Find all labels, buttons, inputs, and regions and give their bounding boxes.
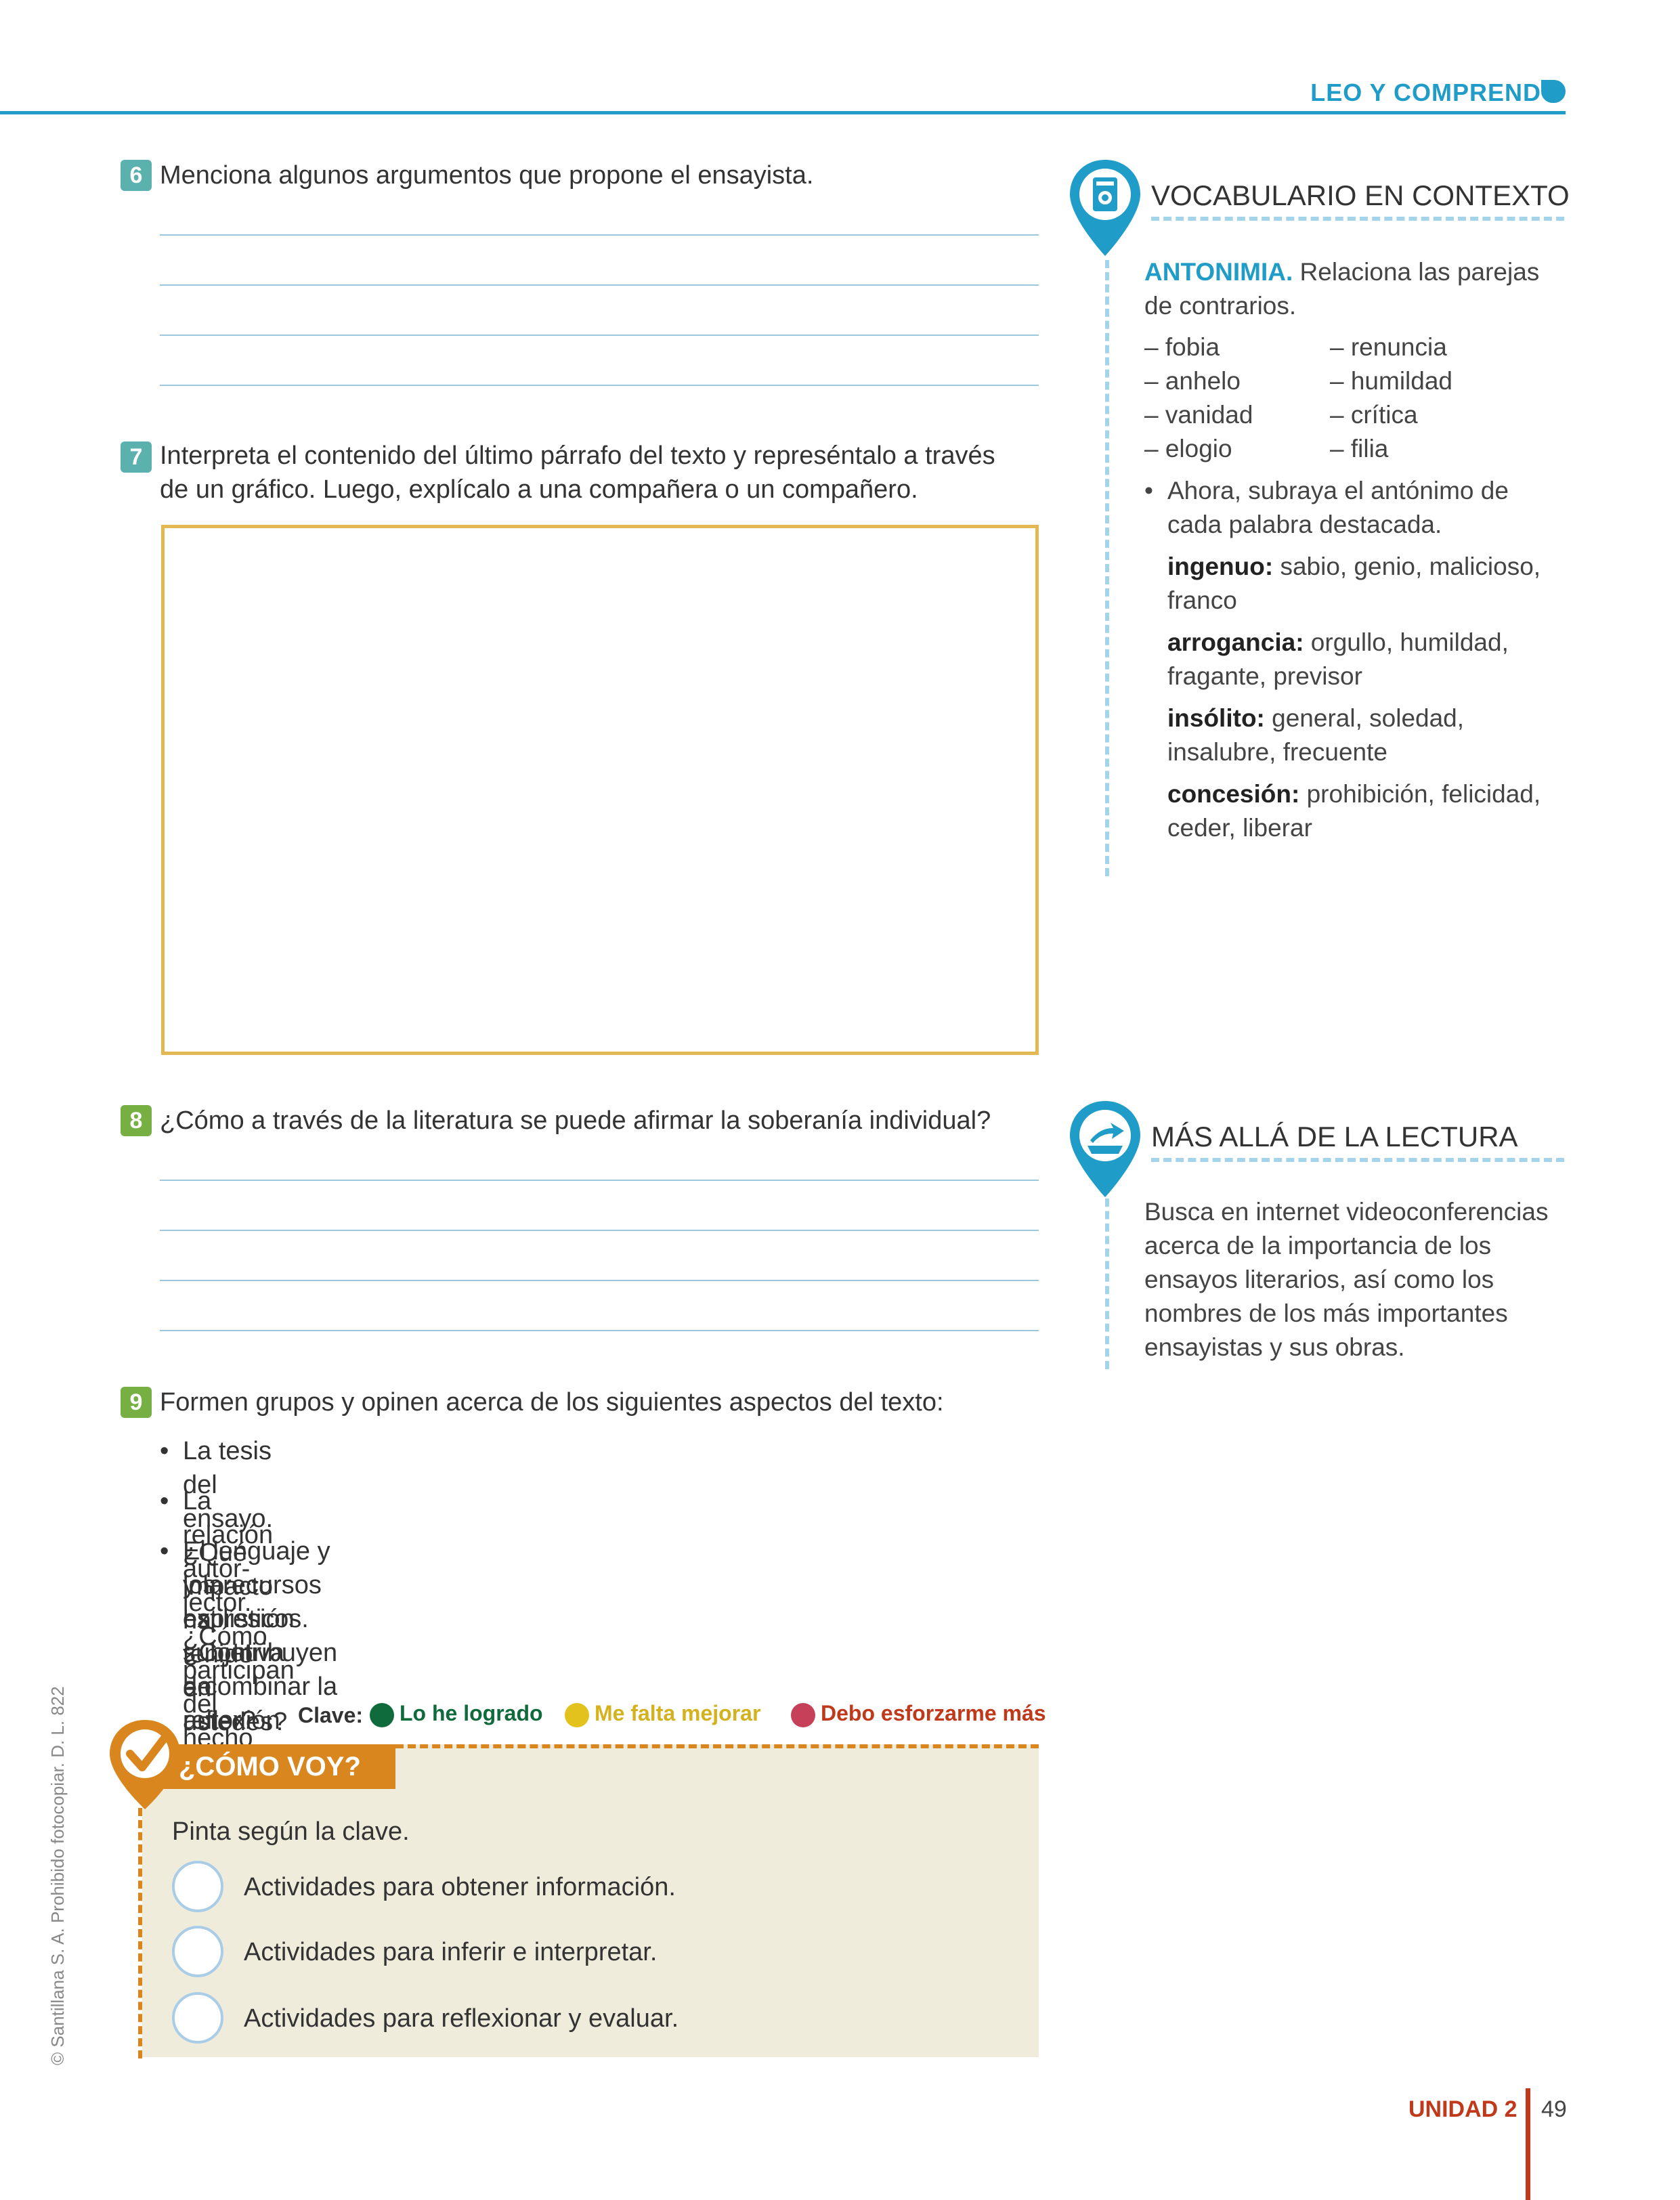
answer-line[interactable] bbox=[160, 1180, 1039, 1181]
page-number: 49 bbox=[1541, 2096, 1567, 2122]
checkmark-pin-icon bbox=[110, 1720, 180, 1809]
answer-line[interactable] bbox=[160, 335, 1039, 336]
green-dot-icon bbox=[370, 1702, 394, 1727]
self-assessment-circle[interactable] bbox=[172, 1926, 223, 1977]
como-voy-title: ¿CÓMO VOY? bbox=[156, 1744, 395, 1789]
antonym-left-word: – vanidad bbox=[1144, 401, 1253, 429]
panel-divider bbox=[1151, 217, 1564, 221]
antonym-right-word: – humildad bbox=[1330, 367, 1453, 395]
answer-line[interactable] bbox=[160, 284, 1039, 286]
mas-alla-text: Busca en internet videoconferencias bbox=[1144, 1198, 1549, 1226]
mas-alla-text: ensayistas y sus obras. bbox=[1144, 1333, 1405, 1361]
key-item-improve: Me falta mejorar bbox=[565, 1701, 760, 1727]
answer-line[interactable] bbox=[160, 1280, 1039, 1281]
header-rule bbox=[0, 111, 1566, 114]
activity-label: Actividades para obtener información. bbox=[244, 1873, 676, 1901]
key-item-effort: Debo esforzarme más bbox=[791, 1701, 1046, 1727]
panel-rule bbox=[1105, 1199, 1109, 1369]
antonimia-intro-line2: de contrarios. bbox=[1144, 292, 1297, 320]
answer-line[interactable] bbox=[160, 1330, 1039, 1331]
section-tab-icon bbox=[1541, 80, 1566, 103]
panel-rule bbox=[1105, 260, 1109, 876]
underline-instruction: Ahora, subraya el antónimo de bbox=[1167, 477, 1509, 504]
key-label: Clave: bbox=[298, 1703, 364, 1727]
copyright-notice: © Santillana S. A. Prohibido fotocopiar.… bbox=[47, 1686, 68, 2065]
term-arrogancia: arrogancia: orgullo, humildad, bbox=[1167, 628, 1509, 656]
section-title: LEO Y COMPRENDO bbox=[1310, 79, 1561, 106]
antonym-right-word: – crítica bbox=[1330, 401, 1418, 429]
drawing-area[interactable] bbox=[161, 525, 1039, 1055]
red-dot-icon bbox=[791, 1702, 815, 1727]
term-concesion: concesión: prohibición, felicidad, bbox=[1167, 780, 1541, 808]
answer-line[interactable] bbox=[160, 234, 1039, 236]
footer-divider bbox=[1526, 2088, 1530, 2200]
como-voy-instruction: Pinta según la clave. bbox=[172, 1817, 410, 1846]
answer-line[interactable] bbox=[160, 385, 1039, 386]
antonym-left-word: – elogio bbox=[1144, 435, 1232, 462]
antonym-left-word: – fobia bbox=[1144, 333, 1220, 361]
como-voy-divider bbox=[395, 1744, 1039, 1748]
como-voy-rule bbox=[138, 1808, 142, 2058]
question-9-bullets: • La tesis del ensayo. ¿Qué impacto ha te… bbox=[160, 1437, 338, 1786]
answer-line[interactable] bbox=[160, 1230, 1039, 1231]
antonimia-intro: ANTONIMIA. Relaciona las parejas bbox=[1144, 258, 1540, 286]
antonym-right-word: – filia bbox=[1330, 435, 1389, 462]
key-item-achieved: Lo he logrado bbox=[370, 1701, 543, 1727]
question-number-6: 6 bbox=[121, 160, 152, 191]
mas-alla-text: nombres de los más importantes bbox=[1144, 1299, 1508, 1327]
vocabulary-book-pin-icon bbox=[1070, 160, 1140, 256]
antonym-left-word: – anhelo bbox=[1144, 367, 1241, 395]
self-assessment-circle[interactable] bbox=[172, 1992, 223, 2044]
reading-hands-pin-icon bbox=[1070, 1101, 1140, 1197]
panel-divider bbox=[1151, 1158, 1564, 1162]
question-8-text: ¿Cómo a través de la literatura se puede… bbox=[160, 1106, 991, 1135]
question-7-text-line1: Interpreta el contenido del último párra… bbox=[160, 441, 995, 470]
term-insolito: insólito: general, soledad, bbox=[1167, 704, 1465, 732]
term-insolito-line2: insalubre, frecuente bbox=[1167, 738, 1387, 766]
bullet-icon: • bbox=[1144, 477, 1153, 504]
yellow-dot-icon bbox=[565, 1702, 589, 1727]
mas-alla-text: ensayos literarios, así como los bbox=[1144, 1266, 1494, 1293]
underline-instruction-line2: cada palabra destacada. bbox=[1167, 511, 1442, 538]
term-arrogancia-line2: fragante, previsor bbox=[1167, 662, 1362, 690]
question-9-text: Formen grupos y opinen acerca de los sig… bbox=[160, 1388, 944, 1417]
question-number-7: 7 bbox=[121, 441, 152, 473]
question-number-8: 8 bbox=[121, 1105, 152, 1136]
footer-unit: UNIDAD 2 bbox=[1408, 2096, 1517, 2122]
term-ingenuo: ingenuo: sabio, genio, malicioso, bbox=[1167, 553, 1541, 580]
question-7-text-line2: de un gráfico. Luego, explícalo a una co… bbox=[160, 475, 918, 504]
vocabulary-panel-title: VOCABULARIO EN CONTEXTO bbox=[1151, 179, 1570, 211]
mas-alla-panel-title: MÁS ALLÁ DE LA LECTURA bbox=[1151, 1121, 1518, 1152]
activity-label: Actividades para reflexionar y evaluar. bbox=[244, 2004, 679, 2033]
question-number-9: 9 bbox=[121, 1387, 152, 1418]
antonym-right-word: – renuncia bbox=[1330, 333, 1447, 361]
mas-alla-text: acerca de la importancia de los bbox=[1144, 1232, 1492, 1259]
question-6-text: Menciona algunos argumentos que propone … bbox=[160, 161, 814, 190]
self-assessment-circle[interactable] bbox=[172, 1861, 223, 1912]
term-ingenuo-line2: franco bbox=[1167, 586, 1237, 614]
activity-label: Actividades para inferir e interpretar. bbox=[244, 1938, 658, 1966]
term-concesion-line2: ceder, liberar bbox=[1167, 814, 1312, 842]
